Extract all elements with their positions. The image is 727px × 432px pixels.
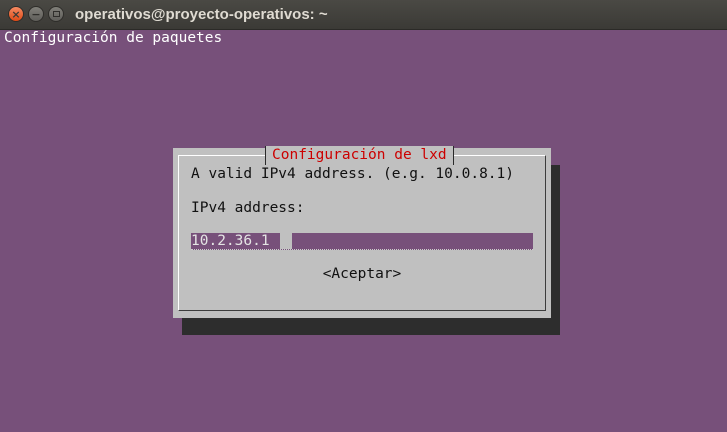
dialog-title: Configuración de lxd [265,146,454,165]
window-titlebar[interactable]: × − operativos@proyecto-operativos: ~ [0,0,727,30]
window-title: operativos@proyecto-operativos: ~ [75,6,328,23]
ipv4-address-input[interactable]: 10.2.36.1 [191,233,533,250]
maximize-icon[interactable] [48,6,64,22]
text-cursor [280,233,292,249]
ipv4-field-label: IPv4 address: [191,200,305,216]
dialog-message: A valid IPv4 address. (e.g. 10.0.8.1) [191,166,515,182]
ipv4-address-value: 10.2.36.1 [191,233,270,249]
aceptar-button[interactable]: <Aceptar> [179,266,545,282]
close-icon[interactable]: × [8,6,24,22]
config-dialog: Configuración de lxd A valid IPv4 addres… [173,146,551,318]
terminal-header-text: Configuración de paquetes [4,30,223,46]
minimize-icon[interactable]: − [28,6,44,22]
dialog-frame: Configuración de lxd A valid IPv4 addres… [178,146,546,311]
